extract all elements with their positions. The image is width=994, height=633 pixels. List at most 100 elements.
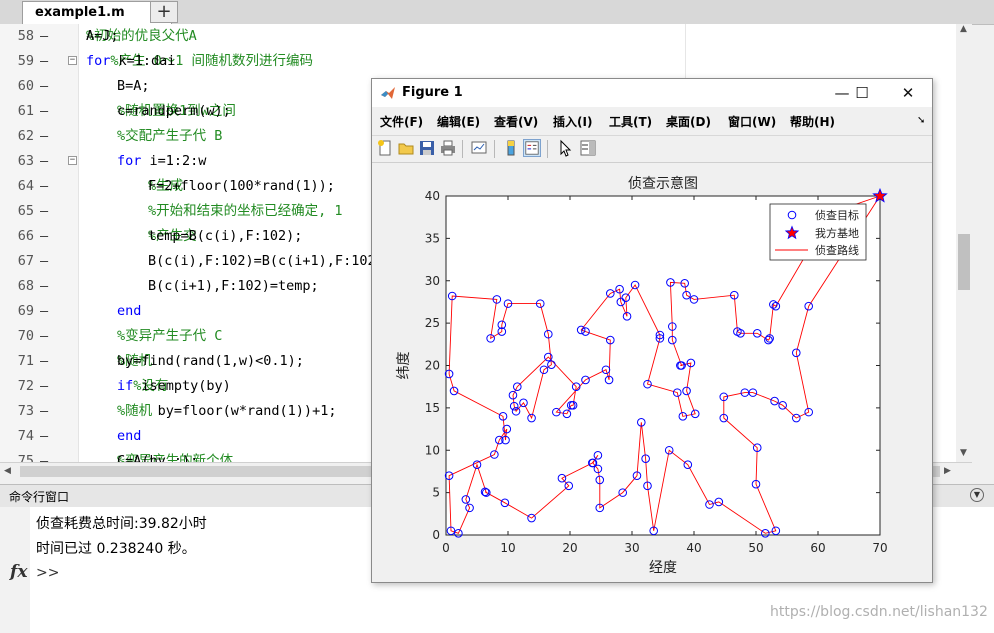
figure-canvas[interactable]: 侦查示意图 经度 纬度 0 10 20 30 40 50 60 70 0 5 10 15 20 25 30 3…: [372, 163, 932, 583]
open-folder-icon[interactable]: [397, 139, 415, 157]
legend-icon[interactable]: [523, 139, 541, 157]
breakpoint-marker[interactable]: —: [40, 149, 48, 174]
breakpoint-marker[interactable]: —: [40, 224, 48, 249]
breakpoint-marker[interactable]: —: [40, 299, 48, 324]
route-chart[interactable]: 侦查示意图 经度 纬度 0 10 20 30 40 50 60 70 0 5 10 15 20 25 30 3…: [372, 163, 932, 583]
line-number: 67: [17, 253, 34, 269]
code-comment: %变异产生子代 C: [117, 328, 223, 344]
code-text: %交配产生子代 B: [117, 124, 222, 149]
print-icon[interactable]: [439, 139, 457, 157]
scroll-left-icon[interactable]: ◀: [4, 466, 11, 476]
fold-toggle-icon[interactable]: −: [68, 56, 77, 65]
breakpoint-marker[interactable]: —: [40, 424, 48, 449]
code-line[interactable]: 58 — A=J; %初始的优良父代A: [0, 24, 972, 49]
tab-label: example1.m: [35, 5, 125, 20]
line-number: 70: [17, 328, 34, 344]
menu-tools[interactable]: 工具(T): [609, 113, 652, 130]
command-output-line: 时间已过 0.238240 秒。: [36, 541, 196, 557]
breakpoint-marker[interactable]: —: [40, 274, 48, 299]
menu-desktop[interactable]: 桌面(D): [666, 113, 711, 130]
menu-edit[interactable]: 编辑(E): [437, 113, 480, 130]
code-token: B=A;: [117, 78, 150, 94]
panel-actions-icon[interactable]: ▼: [970, 488, 984, 502]
breakpoint-marker[interactable]: —: [40, 24, 48, 49]
save-icon[interactable]: [418, 139, 436, 157]
breakpoint-marker[interactable]: —: [40, 374, 48, 399]
menu-view[interactable]: 查看(V): [494, 113, 538, 130]
code-text: A=J; %初始的优良父代A: [86, 24, 197, 49]
code-text: end: [117, 299, 141, 324]
breakpoint-marker[interactable]: —: [40, 199, 48, 224]
breakpoint-marker[interactable]: —: [40, 349, 48, 374]
code-text: %开始和结束的坐标已经确定, 1: [148, 199, 343, 224]
scroll-thumb[interactable]: [958, 234, 970, 290]
menu-overflow-icon[interactable]: ➘: [917, 115, 925, 126]
code-token: c=randperm(w);: [117, 103, 248, 119]
breakpoint-marker[interactable]: —: [40, 174, 48, 199]
breakpoint-marker[interactable]: —: [40, 124, 48, 149]
function-browser-icon[interactable]: fx: [10, 562, 27, 582]
menu-window[interactable]: 窗口(W): [728, 113, 776, 130]
watermark: https://blog.csdn.net/lishan132: [770, 604, 988, 620]
breakpoint-marker[interactable]: —: [40, 399, 48, 424]
y-tick-label: 20: [425, 359, 440, 373]
line-number: 71: [17, 353, 34, 369]
code-text: for i=1:2:w: [117, 149, 206, 174]
breakpoint-marker[interactable]: —: [40, 449, 48, 462]
scroll-down-icon[interactable]: ▼: [960, 448, 967, 458]
menu-help[interactable]: 帮助(H): [790, 113, 835, 130]
code-text: if isempty(by) %没有: [117, 374, 231, 399]
property-editor-icon[interactable]: [579, 139, 597, 157]
line-number: 63: [17, 153, 34, 169]
close-button[interactable]: ✕: [888, 81, 928, 105]
command-prompt[interactable]: >>: [36, 565, 59, 581]
y-tick-label: 10: [425, 443, 440, 457]
line-number: 69: [17, 303, 34, 319]
y-axis-label: 纬度: [396, 352, 412, 380]
toolbar-separator: [462, 140, 463, 158]
pointer-icon[interactable]: [556, 139, 574, 157]
editor-vertical-scrollbar[interactable]: ▲ ▼: [956, 24, 972, 462]
new-file-icon[interactable]: [376, 139, 394, 157]
scroll-right-icon[interactable]: ▶: [944, 466, 951, 476]
code-keyword: for: [86, 53, 111, 69]
fold-toggle-icon[interactable]: −: [68, 156, 77, 165]
code-line[interactable]: 59 — − for k=1:dai %产生 0～1 间随机数列进行编码: [0, 49, 972, 74]
line-number: 73: [17, 403, 34, 419]
figure-window: Figure 1 — ☐ ✕ 文件(F) 编辑(E) 查看(V) 插入(I) 工…: [371, 78, 933, 583]
scroll-up-icon[interactable]: ▲: [960, 24, 967, 34]
y-tick-label: 40: [425, 189, 440, 203]
line-number: 68: [17, 278, 34, 294]
maximize-button[interactable]: ☐: [842, 81, 882, 105]
y-tick-label: 35: [425, 231, 440, 245]
x-tick-label: 70: [872, 541, 887, 555]
editor-tab-bar: example1.m ✕ +: [0, 0, 994, 25]
code-comment: %开始和结束的坐标已经确定, 1: [148, 203, 343, 219]
breakpoint-marker[interactable]: —: [40, 99, 48, 124]
colorbar-icon[interactable]: [502, 139, 520, 157]
line-number: 64: [17, 178, 34, 194]
command-window-title: 命令行窗口: [9, 490, 70, 504]
line-number: 59: [17, 53, 34, 69]
x-tick-label: 50: [748, 541, 763, 555]
breakpoint-marker[interactable]: —: [40, 249, 48, 274]
code-token: B(c(i+1),F:102)=temp;: [148, 278, 319, 294]
figure-titlebar[interactable]: Figure 1 — ☐ ✕: [372, 79, 932, 107]
y-tick-label: 30: [425, 274, 440, 288]
new-tab-button[interactable]: +: [150, 1, 178, 23]
breakpoint-marker[interactable]: —: [40, 49, 48, 74]
line-number: 74: [17, 428, 34, 444]
legend-entry: 我方基地: [815, 226, 859, 240]
code-keyword: for: [117, 153, 142, 169]
x-tick-label: 40: [686, 541, 701, 555]
code-text: c=randperm(w); %随机置换1到w之间: [117, 99, 236, 124]
code-keyword: end: [117, 303, 142, 319]
link-plot-icon[interactable]: [470, 139, 488, 157]
breakpoint-marker[interactable]: —: [40, 324, 48, 349]
code-text: %变异产生子代 C: [117, 324, 222, 349]
menu-insert[interactable]: 插入(I): [553, 113, 592, 130]
code-token: C=A(by,:);: [117, 453, 248, 462]
breakpoint-marker[interactable]: —: [40, 74, 48, 99]
menu-file[interactable]: 文件(F): [380, 113, 423, 130]
code-token: temp=B(c(i),F:102);: [148, 228, 327, 244]
